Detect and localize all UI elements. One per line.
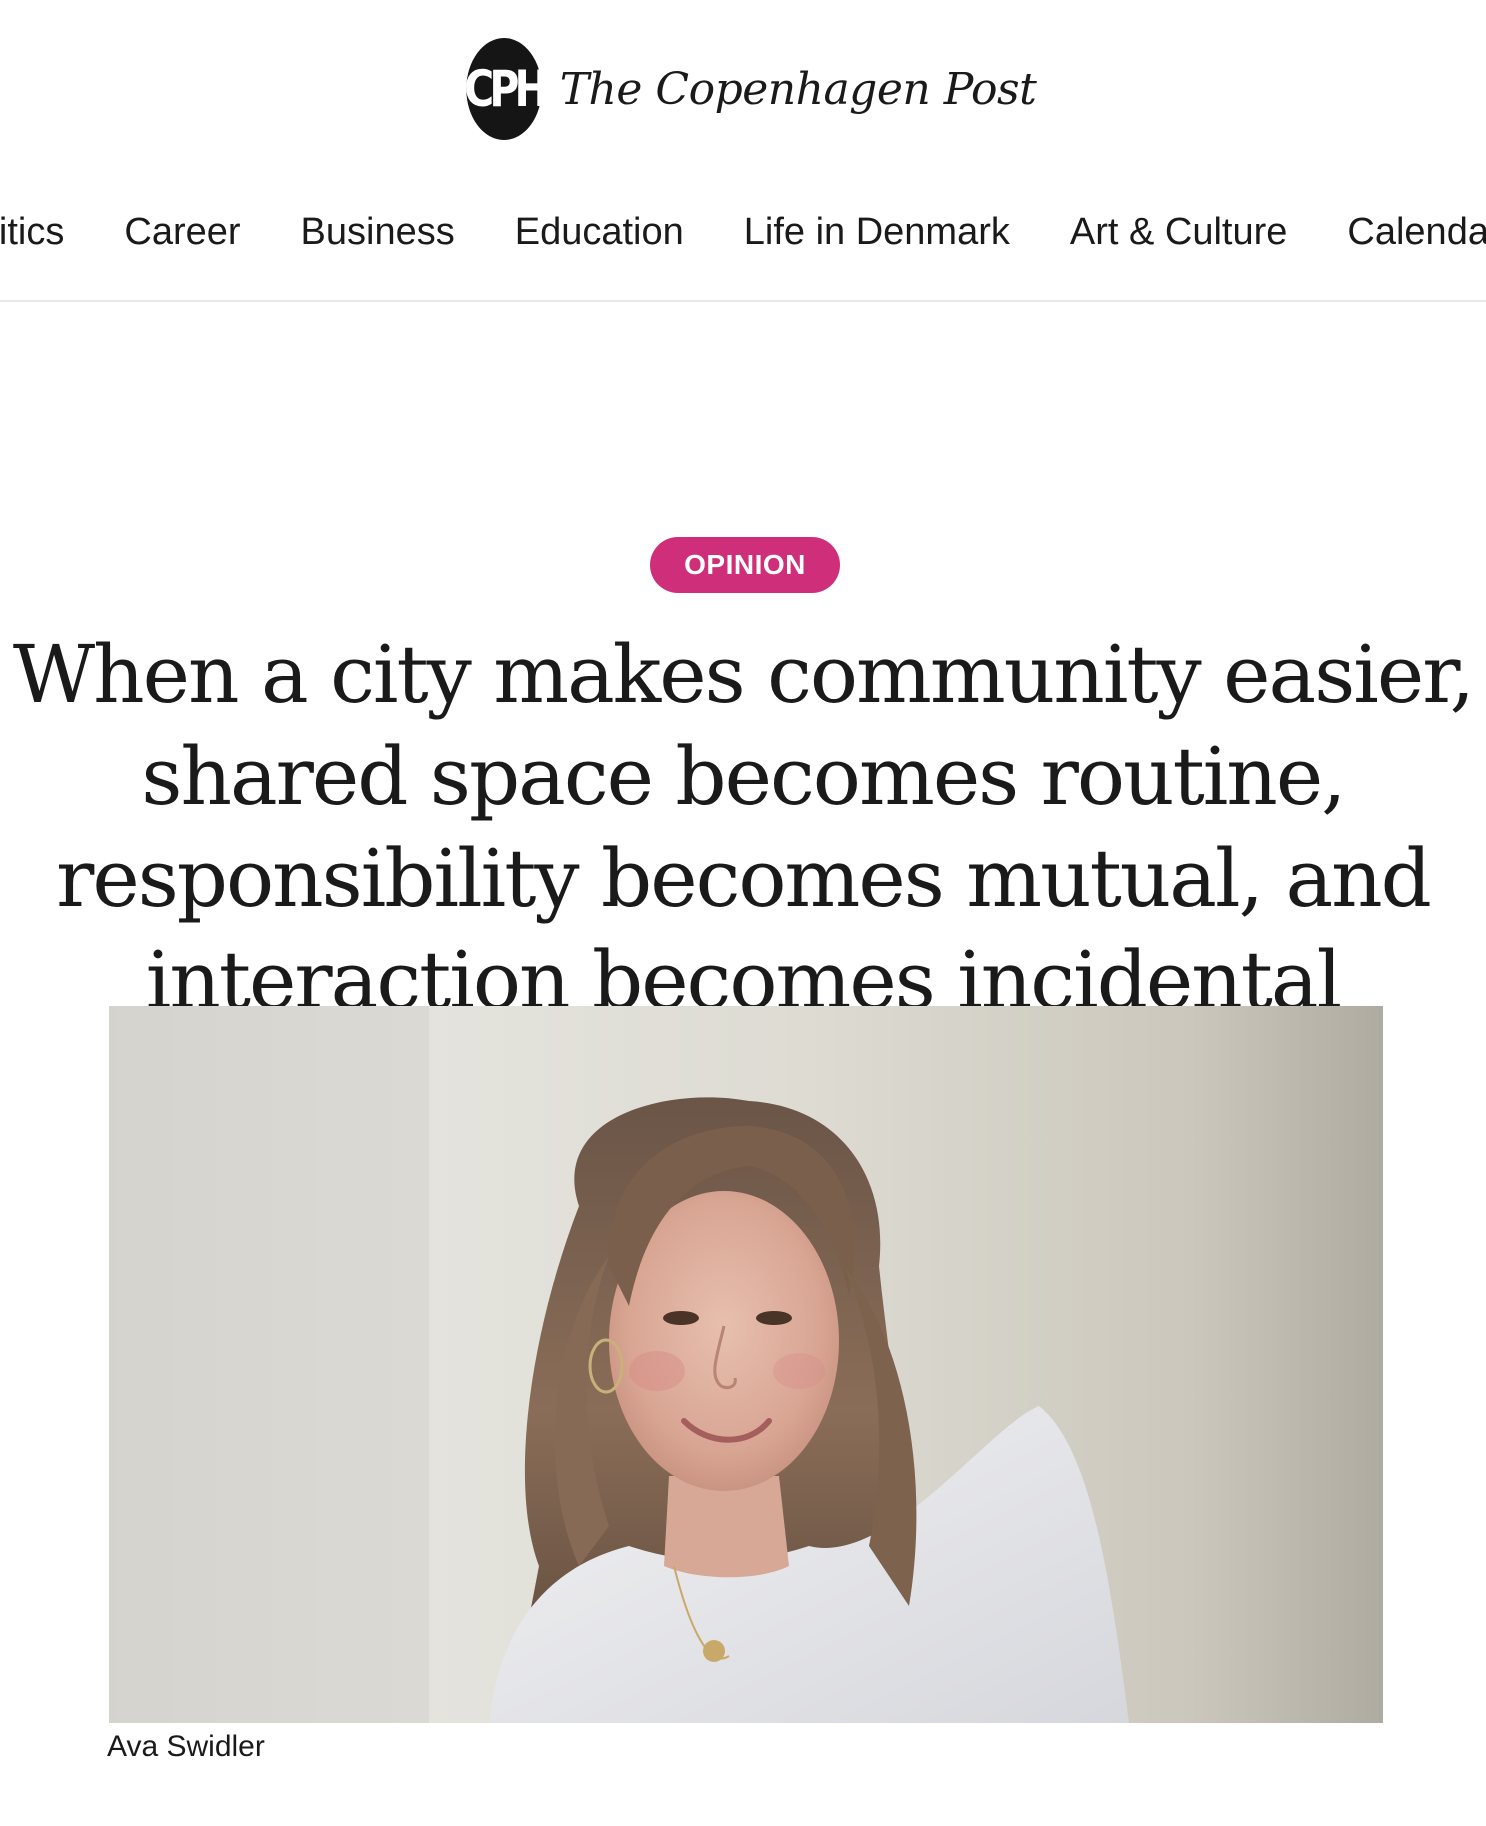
article-photo <box>109 1006 1383 1723</box>
nav-item-career[interactable]: Career <box>124 211 240 254</box>
nav-divider <box>0 300 1486 302</box>
site-name: The Copenhagen Post <box>559 63 1037 115</box>
nav-item-calendar[interactable]: Calendar <box>1347 211 1486 254</box>
category-badge[interactable]: OPINION <box>650 537 840 593</box>
main-nav: Politics Career Business Education Life … <box>0 196 1486 268</box>
nav-item-education[interactable]: Education <box>515 211 684 254</box>
article-headline: When a city makes community easier, shar… <box>12 628 1475 1027</box>
portrait-image <box>109 1006 1383 1723</box>
article-page: CPH The Copenhagen Post Politics Career … <box>0 0 1486 1826</box>
nav-item-art-culture[interactable]: Art & Culture <box>1070 211 1288 254</box>
photo-caption: Ava Swidler <box>107 1730 265 1763</box>
nav-item-life-in-denmark[interactable]: Life in Denmark <box>744 211 1010 254</box>
nav-item-business[interactable]: Business <box>301 211 455 254</box>
category-row: OPINION <box>0 537 1486 593</box>
nav-item-politics[interactable]: Politics <box>0 211 64 254</box>
masthead: CPH The Copenhagen Post <box>0 34 1486 144</box>
cph-logo-icon: CPH <box>464 38 548 140</box>
site-logo-link[interactable]: CPH The Copenhagen Post <box>458 38 1037 140</box>
